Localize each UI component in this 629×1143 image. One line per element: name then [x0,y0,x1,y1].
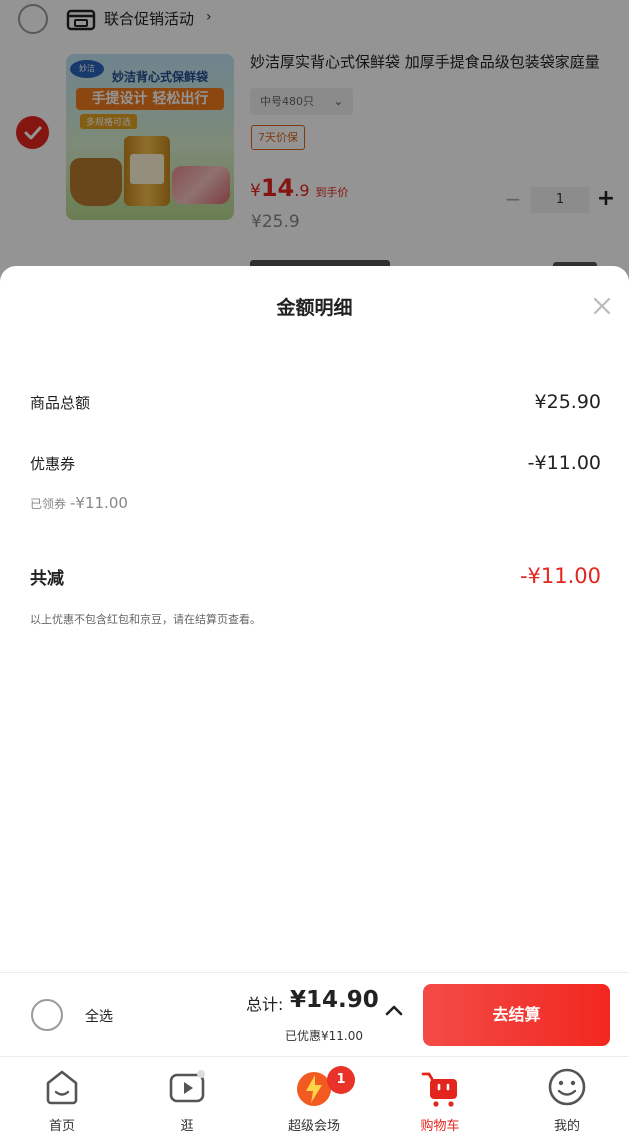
tab-home[interactable]: 首页 [12,1057,112,1143]
tab-mine[interactable]: 我的 [517,1057,617,1143]
goods-total-value: ¥25.90 [534,391,601,413]
claimed-coupon-row: 已领券 -¥11.00 [30,494,128,512]
tab-label: 首页 [48,1119,75,1134]
tab-browse[interactable]: 逛 [137,1057,237,1143]
tab-label: 逛 [180,1119,194,1134]
claimed-coupon-value: -¥11.00 [70,494,128,512]
coupon-label: 优惠券 [30,455,76,473]
home-icon [46,1070,78,1105]
sheet-title: 金额明细 [276,297,353,319]
claimed-coupon-label: 已领券 [30,497,67,511]
select-all-radio[interactable] [31,999,63,1031]
smiley-face-icon [548,1068,586,1106]
discount-note: 以上优惠不包含红包和京豆，请在结算页查看。 [30,613,261,626]
bottom-tab-bar: 首页 逛 超级会场 购物车 我的 [0,1056,629,1143]
chevron-up-icon[interactable] [384,1003,404,1017]
tab-cart[interactable]: 购物车 [390,1057,490,1143]
total-value: ¥14.90 [290,987,379,1013]
play-icon [169,1070,205,1103]
tab-label: 超级会场 [287,1119,340,1134]
close-icon[interactable] [590,294,614,318]
notification-badge: 1 [327,1066,355,1094]
coupon-value: -¥11.00 [527,452,601,474]
total-reduced-label: 共减 [30,569,64,589]
tab-label: 我的 [553,1119,580,1134]
checkout-button[interactable]: 去结算 [423,984,610,1046]
cart-icon [421,1072,457,1107]
checkout-bar: 全选 总计: ¥14.90 已优惠¥11.00 去结算 [0,972,629,1056]
select-all-label[interactable]: 全选 [85,1006,113,1026]
total-label: 总计: [246,995,284,1014]
total-reduced-value: -¥11.00 [519,564,601,588]
goods-total-label: 商品总额 [30,394,91,412]
saved-amount: 已优惠¥11.00 [285,1029,363,1043]
tab-label: 购物车 [420,1119,460,1134]
